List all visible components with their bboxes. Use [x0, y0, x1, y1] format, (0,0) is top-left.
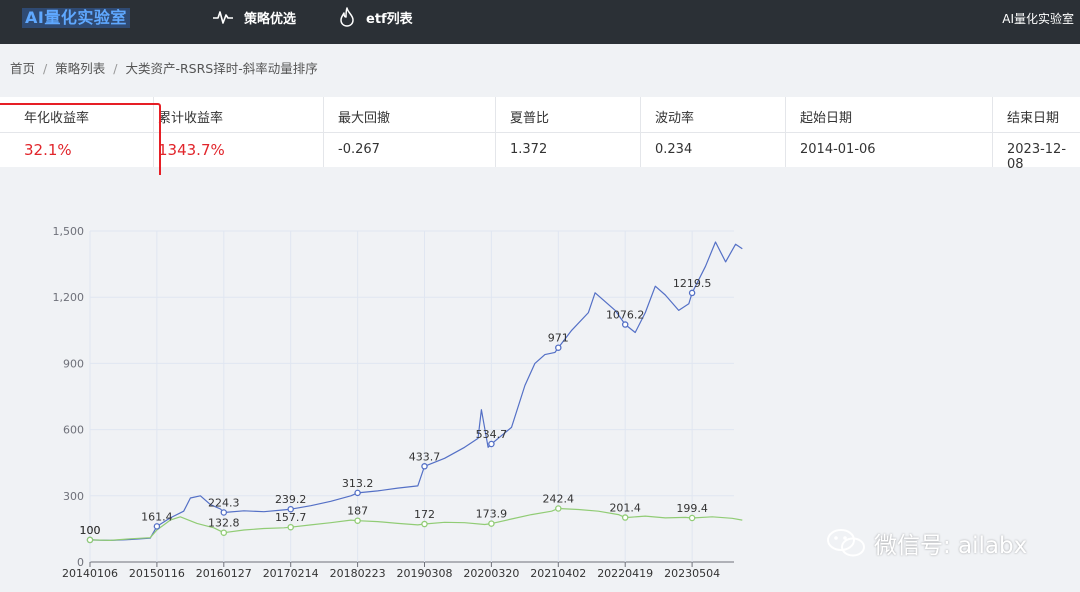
wechat-icon [826, 528, 866, 558]
data-label-benchmark: 172 [414, 508, 435, 521]
stat-header: 年化收益率 [0, 97, 153, 133]
data-label-benchmark: 242.4 [543, 493, 575, 506]
stat-value: 32.1% [0, 133, 153, 167]
stat-start-date: 起始日期 2014-01-06 [786, 97, 993, 167]
data-label-strategy: 971 [548, 332, 569, 345]
x-tick-label: 20190308 [397, 567, 453, 580]
stat-header: 夏普比 [496, 97, 640, 133]
watermark-text: 微信号: ailabx [874, 526, 1027, 560]
point-marker-benchmark [422, 521, 427, 526]
stat-value: 2023-12-08 [993, 133, 1080, 167]
point-marker-strategy [355, 490, 360, 495]
x-tick-label: 20150116 [129, 567, 185, 580]
stat-max-drawdown: 最大回撤 -0.267 [324, 97, 496, 167]
x-tick-label: 20140106 [62, 567, 118, 580]
breadcrumb-current: 大类资产-RSRS择时-斜率动量排序 [125, 61, 317, 76]
stat-header: 累计收益率 [154, 97, 323, 133]
breadcrumb-strategy-list[interactable]: 策略列表 [55, 61, 105, 76]
data-label-strategy: 239.2 [275, 493, 307, 506]
data-label-strategy: 1076.2 [606, 309, 645, 322]
point-marker-benchmark [288, 525, 293, 530]
stat-volatility: 波动率 0.234 [641, 97, 786, 167]
point-marker-strategy [221, 510, 226, 515]
data-label-strategy: 161.4 [141, 510, 173, 523]
y-tick-label: 300 [63, 490, 84, 503]
stat-header: 最大回撤 [324, 97, 495, 133]
point-marker-benchmark [489, 521, 494, 526]
x-tick-label: 20180223 [330, 567, 386, 580]
x-tick-label: 20160127 [196, 567, 252, 580]
y-tick-label: 900 [63, 357, 84, 370]
stat-annual-return: 年化收益率 32.1% [0, 97, 154, 167]
user-menu[interactable]: AI量化实验室 [1002, 10, 1074, 27]
point-marker-benchmark [623, 515, 628, 520]
top-navbar: AI量化实验室 策略优选 etf列表 AI量化实验室 [0, 0, 1080, 44]
data-label-benchmark: 201.4 [609, 502, 641, 515]
data-label-strategy: 534.7 [476, 428, 508, 441]
x-tick-label: 20200320 [463, 567, 519, 580]
point-marker-benchmark [87, 537, 92, 542]
data-label-benchmark: 157.7 [275, 511, 307, 524]
stats-table: 年化收益率 32.1% 累计收益率 1343.7% 最大回撤 -0.267 夏普… [0, 97, 1080, 167]
breadcrumb: 首页/策略列表/大类资产-RSRS择时-斜率动量排序 [10, 58, 318, 77]
x-tick-label: 20220419 [597, 567, 653, 580]
x-tick-label: 20170214 [263, 567, 319, 580]
point-marker-strategy [623, 322, 628, 327]
stat-header: 波动率 [641, 97, 785, 133]
stat-value: 2014-01-06 [786, 133, 992, 167]
point-marker-benchmark [221, 530, 226, 535]
nav-strategy-select[interactable]: 策略优选 [212, 6, 296, 28]
stat-cumulative-return: 累计收益率 1343.7% [154, 97, 324, 167]
data-label-benchmark: 199.4 [676, 502, 708, 515]
point-marker-strategy [154, 524, 159, 529]
point-marker-strategy [489, 441, 494, 446]
pulse-icon [212, 9, 234, 25]
stat-header: 结束日期 [993, 97, 1080, 133]
breadcrumb-home[interactable]: 首页 [10, 61, 35, 76]
point-marker-benchmark [355, 518, 360, 523]
stat-header: 起始日期 [786, 97, 992, 133]
data-label-benchmark: 187 [347, 505, 368, 518]
data-label-strategy: 1219.5 [673, 277, 712, 290]
flame-icon [338, 7, 356, 27]
stat-value: 1.372 [496, 133, 640, 167]
site-logo[interactable]: AI量化实验室 [22, 8, 130, 28]
y-tick-label: 1,200 [53, 291, 85, 304]
x-tick-label: 20210402 [530, 567, 586, 580]
y-tick-label: 600 [63, 424, 84, 437]
point-marker-strategy [690, 290, 695, 295]
data-label-benchmark: 173.9 [476, 508, 508, 521]
point-marker-strategy [556, 345, 561, 350]
data-label-strategy: 313.2 [342, 477, 374, 490]
point-marker-strategy [422, 464, 427, 469]
stat-value: 1343.7% [154, 133, 323, 167]
stat-end-date: 结束日期 2023-12-08 [993, 97, 1080, 167]
point-marker-benchmark [556, 506, 561, 511]
point-marker-benchmark [690, 515, 695, 520]
nav-strategy-select-label: 策略优选 [244, 8, 296, 27]
stat-value: -0.267 [324, 133, 495, 167]
stat-sharpe: 夏普比 1.372 [496, 97, 641, 167]
data-label-benchmark: 132.8 [208, 517, 240, 530]
x-tick-label: 20230504 [664, 567, 720, 580]
nav-etf-list[interactable]: etf列表 [338, 6, 413, 28]
data-label-benchmark: 100 [80, 524, 101, 537]
stat-value: 0.234 [641, 133, 785, 167]
nav-etf-list-label: etf列表 [366, 8, 413, 27]
data-label-strategy: 433.7 [409, 450, 441, 463]
y-tick-label: 1,500 [53, 225, 85, 238]
data-label-strategy: 224.3 [208, 497, 240, 510]
wechat-watermark: 微信号: ailabx [826, 526, 1027, 560]
